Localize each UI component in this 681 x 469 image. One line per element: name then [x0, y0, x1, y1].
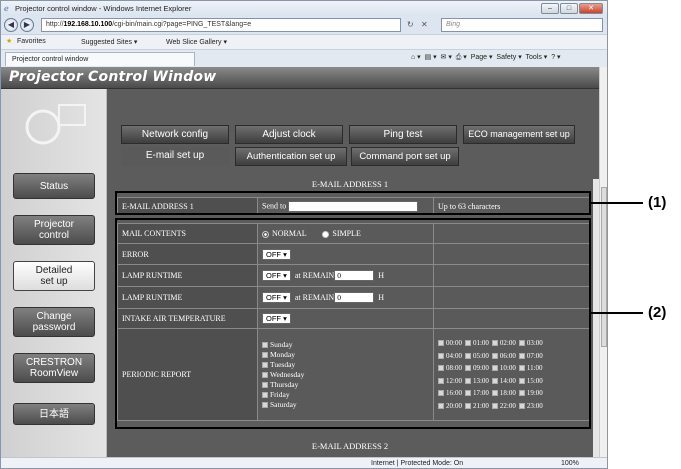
forward-button[interactable]: ▶ [20, 18, 34, 32]
feeds-icon[interactable]: ▤ ▾ [425, 54, 437, 61]
sidebar-item-change-password[interactable]: Change password [13, 307, 95, 337]
ie-logo-icon: ℯ [4, 4, 9, 13]
sidebar-item-status[interactable]: Status [13, 173, 95, 199]
suggested-sites-link[interactable]: Suggested Sites ▾ [81, 38, 137, 46]
page-header: Projector Control Window [1, 67, 599, 89]
callout-line-2 [591, 312, 643, 314]
sidebar-item-crestron-roomview[interactable]: CRESTRON RoomView [13, 353, 95, 383]
star-icon: ★ [6, 38, 13, 45]
favorites-bar: ★ Favorites Suggested Sites ▾ Web Slice … [1, 34, 607, 49]
search-input[interactable]: Bing [441, 18, 603, 32]
close-button[interactable]: ✕ [579, 3, 603, 14]
refresh-icon[interactable]: ↻ [407, 20, 414, 29]
email1-header: E-MAIL ADDRESS 1 [311, 179, 389, 189]
page-menu[interactable]: Page ▾ [471, 54, 493, 61]
web-slice-gallery-link[interactable]: Web Slice Gallery ▾ [166, 38, 227, 46]
help-icon[interactable]: ? ▾ [551, 54, 560, 61]
sidebar: Status Projector control Detailed set up… [1, 89, 107, 457]
tools-menu[interactable]: Tools ▾ [526, 54, 548, 61]
minimize-button[interactable]: – [541, 3, 559, 14]
tab-projector-control[interactable]: Projector control window [5, 52, 195, 66]
mail-icon[interactable]: ✉ ▾ [441, 54, 452, 61]
status-bar: Internet | Protected Mode: On 100% [1, 457, 607, 468]
callout-label-2: (2) [648, 304, 667, 321]
address-bar-row: ◀ ▶ http://192.168.10.100/cgi-bin/main.c… [1, 16, 607, 34]
sidebar-item-projector-control[interactable]: Projector control [13, 215, 95, 245]
maximize-button[interactable]: □ [560, 3, 578, 14]
home-icon[interactable]: ⌂ ▾ [411, 54, 421, 61]
scroll-thumb[interactable] [601, 187, 607, 347]
callout-line-1 [591, 202, 643, 204]
tab-eco-management[interactable]: ECO management set up [463, 125, 575, 144]
page-scrollbar[interactable] [599, 67, 607, 457]
tab-command-port-setup[interactable]: Command port set up [351, 147, 459, 166]
favorites-button[interactable]: Favorites [17, 38, 46, 45]
zoom-level[interactable]: 100% [561, 460, 579, 467]
stop-icon[interactable]: ✕ [421, 20, 428, 29]
callout-box-1 [115, 191, 591, 215]
sidebar-item-japanese[interactable]: 日本語 [13, 403, 95, 425]
tab-ping-test[interactable]: Ping test [349, 125, 457, 144]
title-bar: ℯ Projector control window - Windows Int… [1, 1, 607, 16]
safety-menu[interactable]: Safety ▾ [496, 54, 521, 61]
sidebar-item-detailed-setup[interactable]: Detailed set up [13, 261, 95, 291]
logo-graphic [17, 97, 87, 153]
tab-authentication-setup[interactable]: Authentication set up [235, 147, 347, 166]
callout-label-1: (1) [648, 194, 667, 211]
print-icon[interactable]: ⎙ ▾ [456, 54, 467, 61]
url-field[interactable]: http://192.168.10.100/cgi-bin/main.cgi?p… [41, 18, 401, 32]
email2-header: E-MAIL ADDRESS 2 [311, 441, 389, 451]
tab-network-config[interactable]: Network config [121, 125, 229, 144]
callout-box-2 [115, 218, 591, 429]
page-title: Projector Control Window [9, 69, 217, 85]
tab-adjust-clock[interactable]: Adjust clock [235, 125, 343, 144]
tab-email-setup[interactable]: E-mail set up [121, 147, 229, 166]
command-bar: ⌂ ▾ ▤ ▾ ✉ ▾ ⎙ ▾ Page ▾ Safety ▾ Tools ▾ … [411, 53, 561, 62]
protected-mode-status: Internet | Protected Mode: On [371, 460, 464, 467]
top-nav-area: Network config Adjust clock Ping test EC… [107, 89, 599, 179]
back-button[interactable]: ◀ [4, 18, 18, 32]
tab-bar: Projector control window ⌂ ▾ ▤ ▾ ✉ ▾ ⎙ ▾… [1, 49, 607, 67]
window-title: Projector control window - Windows Inter… [15, 4, 192, 13]
